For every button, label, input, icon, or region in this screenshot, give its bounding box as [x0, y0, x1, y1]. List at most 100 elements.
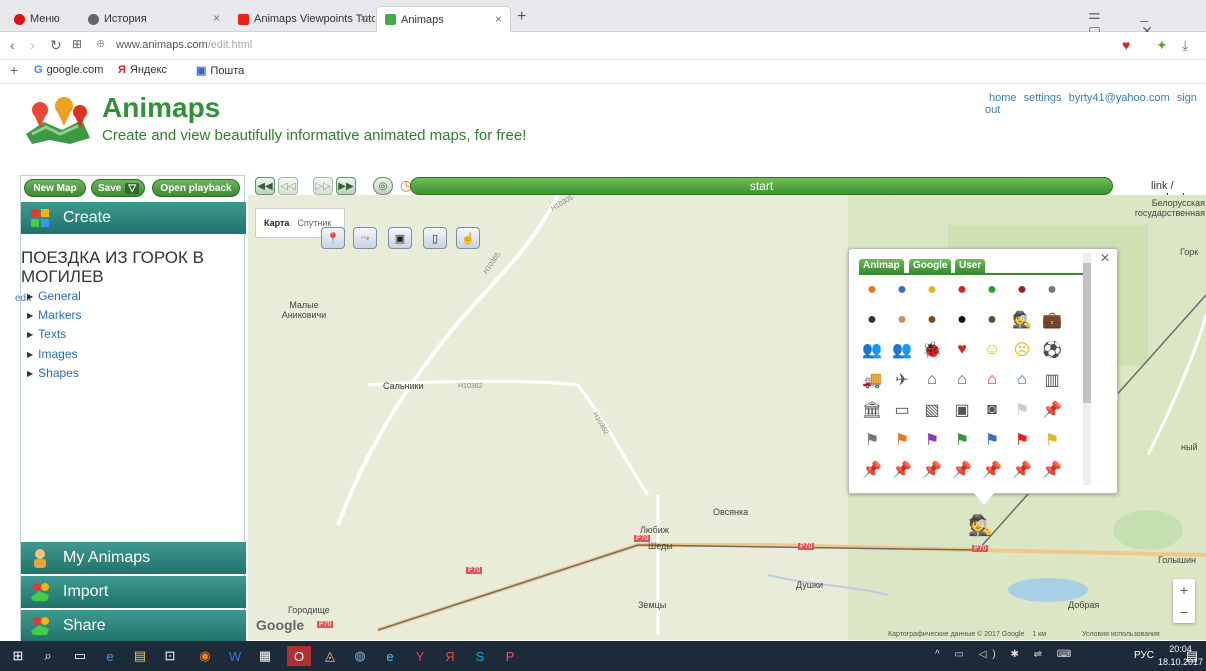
pin-orange-icon[interactable]: 📌	[891, 459, 913, 481]
flag-green-icon[interactable]: ⚑	[951, 429, 973, 451]
pin-purple-icon[interactable]: 📌	[921, 459, 943, 481]
skyscraper-icon[interactable]: ▥	[1041, 369, 1063, 391]
zoom-in-button[interactable]: +	[1173, 579, 1195, 601]
bookmark-google[interactable]: Ggoogle.com	[34, 64, 103, 76]
speed-dial-icon[interactable]: ⊞	[72, 37, 82, 51]
share-section-header[interactable]: Share	[21, 610, 246, 642]
bug-icon[interactable]: 🐞	[921, 339, 943, 361]
store-icon[interactable]: ⊡	[160, 646, 180, 666]
windows-start-icon[interactable]: ⊞	[8, 646, 28, 666]
airplane-icon[interactable]: ✈	[891, 369, 913, 391]
flag-white-icon[interactable]: ⚑	[1011, 399, 1033, 421]
tab-history[interactable]: История ×	[80, 6, 228, 32]
create-section-header[interactable]: Create	[21, 202, 246, 234]
bookmark-poshta[interactable]: ▣ Пошта	[196, 64, 244, 78]
house-red-icon[interactable]: ⌂	[981, 369, 1003, 391]
tray-icons[interactable]: ^ ▭ ◁) ✱ ⇌ ⌨	[935, 649, 1077, 660]
file-explorer-icon[interactable]: ▤	[130, 646, 150, 666]
bank-icon[interactable]: 🏛	[861, 399, 883, 421]
rewind-start-button[interactable]: ◀◀	[255, 177, 275, 195]
edge-icon[interactable]: e	[100, 646, 120, 666]
extension-icon[interactable]: ✦	[1156, 37, 1168, 54]
picker-tab-user[interactable]: User	[955, 259, 986, 273]
add-path-tool[interactable]: ⤳	[353, 227, 377, 249]
spy-marker-icon[interactable]: 🕵	[968, 513, 993, 538]
add-text-tool[interactable]: ▯	[423, 227, 447, 249]
person-red-icon[interactable]: ●	[951, 279, 973, 301]
app-icon[interactable]: ◬	[320, 646, 340, 666]
tree-texts[interactable]: Texts	[27, 327, 66, 341]
soccer-ball-icon[interactable]: ⚽	[1041, 339, 1063, 361]
app-icon[interactable]: ◍	[350, 646, 370, 666]
tree-shapes[interactable]: Shapes	[27, 366, 79, 380]
bookmark-yandex[interactable]: Я Яндекс	[118, 64, 167, 76]
yandex-icon[interactable]: Я	[440, 646, 460, 666]
tree-markers[interactable]: Markers	[27, 308, 81, 322]
pin-black-icon[interactable]: 📌	[861, 459, 883, 481]
viewpoint-icon[interactable]: ◎	[373, 177, 393, 195]
calculator-icon[interactable]: ▦	[255, 646, 275, 666]
id-card-icon[interactable]: ▭	[891, 399, 913, 421]
chevron-down-icon[interactable]: ▽	[125, 182, 140, 194]
forward-end-button[interactable]: ▶▶	[336, 177, 356, 195]
step-back-button[interactable]: ◁◁	[278, 177, 298, 195]
word-icon[interactable]: W	[225, 646, 245, 666]
account-link[interactable]: byrty41@yahoo.com	[1069, 92, 1170, 104]
download-icon[interactable]: ⤓	[1182, 37, 1188, 54]
monument-icon[interactable]: ⌂	[921, 369, 943, 391]
briefcase-icon[interactable]: 💼	[1041, 309, 1063, 331]
new-map-button[interactable]: New Map	[24, 179, 86, 197]
timeline-progress-bar[interactable]: start	[410, 177, 1113, 195]
add-bookmark-icon[interactable]: +	[10, 62, 18, 78]
spy-icon[interactable]: 🕵	[1011, 309, 1033, 331]
person-brown-icon[interactable]: ●	[921, 309, 943, 331]
flag-blue-icon[interactable]: ⚑	[981, 429, 1003, 451]
opera-menu-tab[interactable]: Меню	[6, 6, 76, 32]
flag-orange-icon[interactable]: ⚑	[891, 429, 913, 451]
person-yellow-icon[interactable]: ●	[921, 279, 943, 301]
yandex-browser-icon[interactable]: Y	[410, 646, 430, 666]
skype-icon[interactable]: S	[470, 646, 490, 666]
back-icon[interactable]: ‹	[10, 37, 15, 53]
smile-icon[interactable]: ☺	[981, 339, 1003, 361]
heart-bookmark-icon[interactable]: ♥	[1122, 37, 1130, 53]
close-icon[interactable]: ×	[213, 11, 220, 25]
settings-link[interactable]: settings	[1024, 92, 1062, 104]
reload-icon[interactable]: ↻	[50, 37, 62, 54]
zoom-out-button[interactable]: −	[1173, 601, 1195, 623]
close-icon[interactable]: ×	[360, 11, 367, 25]
flag-red-icon[interactable]: ⚑	[1011, 429, 1033, 451]
close-icon[interactable]: ✕	[1100, 251, 1110, 265]
house-icon[interactable]: ⌂	[951, 369, 973, 391]
my-animaps-section-header[interactable]: My Animaps	[21, 542, 246, 574]
picker-tab-google[interactable]: Google	[909, 259, 952, 273]
pin-yellow-icon[interactable]: 📌	[1041, 459, 1063, 481]
notifications-icon[interactable]: ▤	[1182, 646, 1202, 666]
add-image-tool[interactable]: ▣	[388, 227, 412, 249]
ie-icon[interactable]: e	[380, 646, 400, 666]
tree-images[interactable]: Images	[27, 347, 77, 361]
new-tab-button[interactable]: +	[517, 8, 526, 26]
terms-link[interactable]: Условия использования	[1082, 631, 1160, 638]
person-orange-icon[interactable]: ●	[861, 279, 883, 301]
picker-tab-animap[interactable]: Animap	[859, 259, 904, 273]
photo-icon[interactable]: ▣	[951, 399, 973, 421]
import-section-header[interactable]: Import	[21, 576, 246, 608]
save-button[interactable]: Save ▽	[91, 179, 145, 197]
pin-white-icon[interactable]: 📌	[1041, 399, 1063, 421]
tab-youtube[interactable]: Animaps Viewpoints Tuto ×	[230, 6, 375, 32]
pin-blue-icon[interactable]: 📌	[981, 459, 1003, 481]
tree-general[interactable]: General	[27, 289, 81, 303]
person-black-icon[interactable]: ●	[951, 309, 973, 331]
task-view-icon[interactable]: ▭	[70, 646, 90, 666]
brand-title[interactable]: Animaps	[102, 92, 220, 124]
map-type-map[interactable]: Карта	[256, 218, 297, 228]
person-military-icon[interactable]: ●	[981, 309, 1003, 331]
step-forward-button[interactable]: ▷▷	[313, 177, 333, 195]
person-green-icon[interactable]: ●	[981, 279, 1003, 301]
url-field[interactable]: www.animaps.com/edit.html	[116, 39, 252, 51]
language-indicator[interactable]: РУС	[1134, 650, 1154, 661]
group-icon[interactable]: 👥	[861, 339, 883, 361]
close-icon[interactable]: ×	[495, 12, 502, 26]
forward-icon[interactable]: ›	[30, 37, 35, 53]
